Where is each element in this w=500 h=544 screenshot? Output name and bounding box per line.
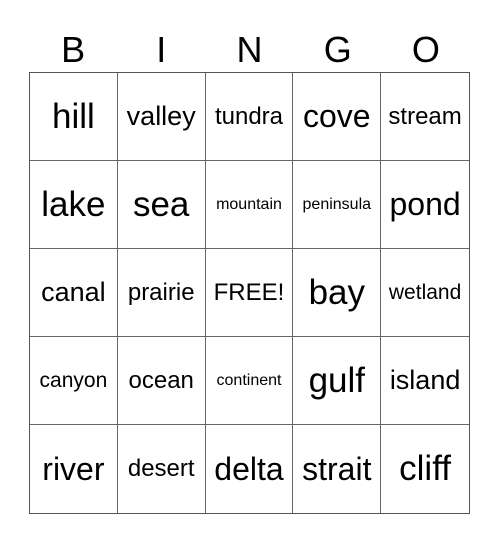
bingo-cell[interactable]: bay [293, 249, 382, 337]
bingo-cell[interactable]: wetland [381, 249, 469, 337]
bingo-cell[interactable]: tundra [205, 73, 294, 161]
bingo-cell[interactable]: stream [381, 73, 469, 161]
bingo-cell[interactable]: cliff [381, 425, 469, 513]
bingo-cell[interactable]: mountain [205, 161, 294, 249]
bingo-cell[interactable]: river [30, 425, 118, 513]
bingo-cell[interactable]: canyon [30, 337, 118, 425]
bingo-cell[interactable]: valley [117, 73, 206, 161]
bingo-cell[interactable]: delta [206, 425, 294, 513]
bingo-cell[interactable]: strait [293, 425, 382, 513]
bingo-cell[interactable]: hill [30, 73, 118, 161]
bingo-cell[interactable]: desert [118, 425, 206, 513]
header-letter-i: I [156, 29, 167, 70]
bingo-cell[interactable]: canal [30, 249, 118, 337]
header-letter-o: O [411, 29, 440, 70]
bingo-grid: hill valley tundra cove stream lake sea mountai… [29, 72, 470, 514]
bingo-cell[interactable]: continent [205, 337, 294, 425]
bingo-cell[interactable]: prairie [117, 249, 206, 337]
bingo-cell[interactable]: island [381, 337, 469, 425]
bingo-cell[interactable]: ocean [117, 337, 206, 425]
bingo-cell[interactable]: cove [293, 73, 382, 161]
bingo-cell[interactable]: sea [117, 161, 206, 249]
free-space-cell[interactable]: FREE! [205, 249, 294, 337]
bingo-cell[interactable]: lake [30, 161, 118, 249]
bingo-cell[interactable]: peninsula [293, 161, 382, 249]
header-letter-b: B [61, 29, 86, 70]
bingo-cell[interactable]: gulf [293, 337, 382, 425]
header-letter-g: G [323, 29, 352, 70]
header-letter-n: N [236, 29, 263, 70]
bingo-header: B I N G O [29, 28, 470, 72]
bingo-cell[interactable]: pond [381, 161, 469, 249]
